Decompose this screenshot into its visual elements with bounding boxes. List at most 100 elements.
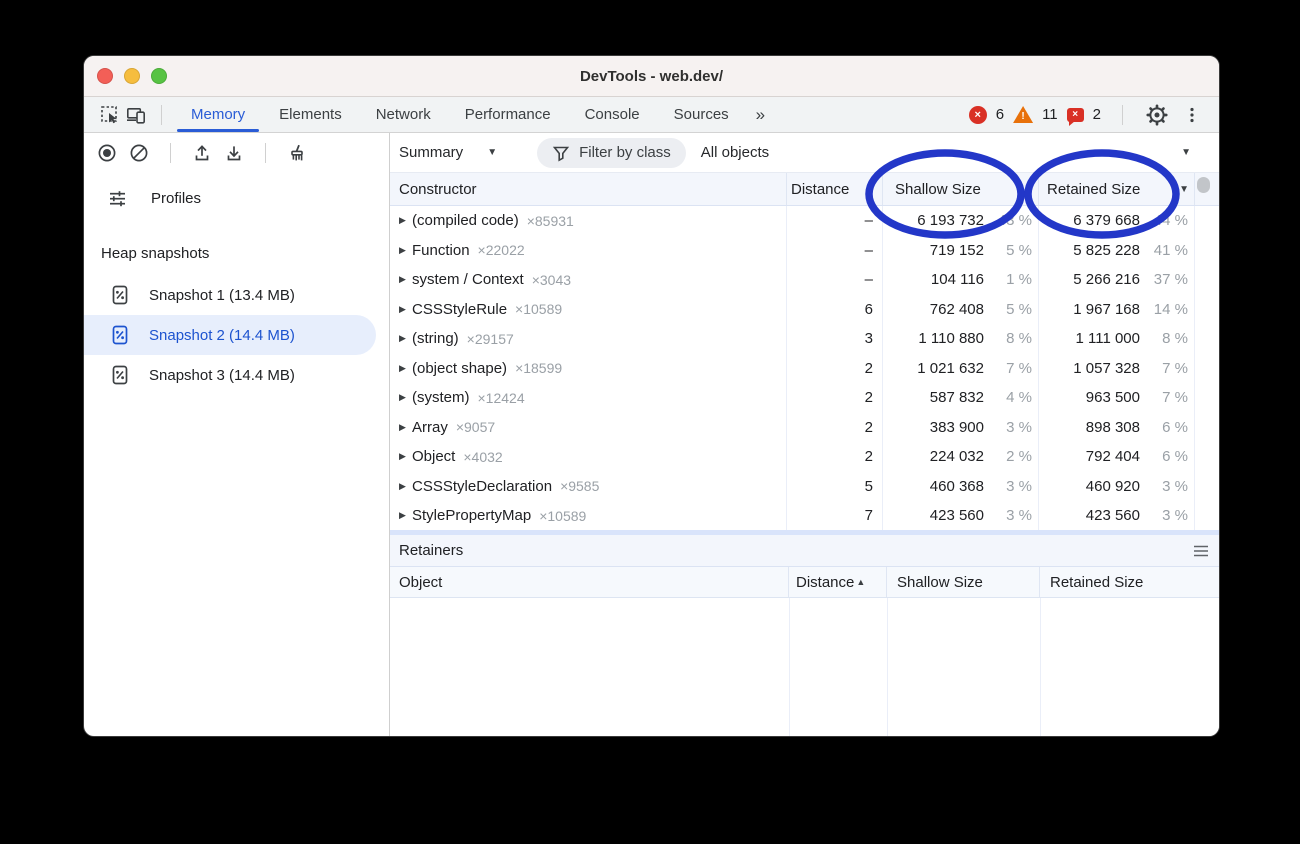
shallow-size-value: 762 408 <box>883 301 984 318</box>
collect-garbage-button[interactable] <box>284 140 310 166</box>
instance-count: ×18599 <box>515 360 562 376</box>
snapshot-list: Snapshot 1 (13.4 MB) Snapshot 2 (14.4 MB… <box>84 275 389 395</box>
error-badge-icon[interactable]: × <box>969 106 987 124</box>
table-row[interactable]: ▶ StylePropertyMap ×10589 7 423 560 3 % … <box>390 501 1219 530</box>
tab-memory[interactable]: Memory <box>174 97 262 132</box>
warning-badge-icon[interactable]: ! <box>1013 106 1033 123</box>
sort-ascending-icon: ▲ <box>856 577 865 587</box>
vertical-scrollbar-thumb[interactable] <box>1197 177 1210 193</box>
kebab-menu-button[interactable] <box>1179 102 1205 128</box>
table-row[interactable]: ▶ system / Context ×3043 – 104 116 1 % 5… <box>390 265 1219 295</box>
expand-row-icon[interactable]: ▶ <box>399 363 412 374</box>
retained-size-value: 423 560 <box>1039 507 1140 524</box>
perspective-select-label[interactable]: Summary <box>399 144 463 161</box>
shallow-size-percent: 3 % <box>984 419 1032 436</box>
retained-size-value: 5 266 216 <box>1039 271 1140 288</box>
expand-row-icon[interactable]: ▶ <box>399 274 412 285</box>
column-header-retainers-distance[interactable]: Distance ▲ <box>789 567 887 597</box>
constructor-name: system / Context <box>412 271 524 288</box>
constructor-name: Object <box>412 448 455 465</box>
retained-size-value: 963 500 <box>1039 389 1140 406</box>
table-row[interactable]: ▶ (system) ×12424 2 587 832 4 % 963 500 … <box>390 383 1219 413</box>
column-header-retainers-retained[interactable]: Retained Size <box>1040 567 1219 597</box>
retainers-menu-button[interactable] <box>1193 544 1209 558</box>
perspective-select-dropdown-icon[interactable]: ▼ <box>487 147 497 158</box>
constructor-name: (object shape) <box>412 360 507 377</box>
column-header-object[interactable]: Object <box>390 567 789 597</box>
device-toolbar-icon <box>126 105 146 125</box>
table-row[interactable]: ▶ Function ×22022 – 719 152 5 % 5 825 22… <box>390 236 1219 266</box>
filter-placeholder: Filter by class <box>579 144 671 161</box>
expand-row-icon[interactable]: ▶ <box>399 245 412 256</box>
tab-console[interactable]: Console <box>568 97 657 132</box>
save-profile-button[interactable] <box>221 140 247 166</box>
toolbar-separator <box>265 143 266 163</box>
retained-size-percent: 44 % <box>1140 212 1188 229</box>
inspect-element-button[interactable] <box>97 102 123 128</box>
instance-count: ×4032 <box>463 449 502 465</box>
settings-button[interactable] <box>1144 102 1170 128</box>
load-profile-button[interactable] <box>189 140 215 166</box>
expand-row-icon[interactable]: ▶ <box>399 481 412 492</box>
tab-performance[interactable]: Performance <box>448 97 568 132</box>
table-row[interactable]: ▶ Object ×4032 2 224 032 2 % 792 404 6 % <box>390 442 1219 472</box>
shallow-size-value: 719 152 <box>883 242 984 259</box>
column-header-retainers-shallow[interactable]: Shallow Size <box>887 567 1040 597</box>
column-divider <box>789 598 790 736</box>
retained-size-percent: 7 % <box>1140 360 1188 377</box>
sidebar-item-snapshot-1[interactable]: Snapshot 1 (13.4 MB) <box>84 275 376 315</box>
sidebar-item-profiles[interactable]: Profiles <box>84 183 389 213</box>
table-row[interactable]: ▶ (object shape) ×18599 2 1 021 632 7 % … <box>390 354 1219 384</box>
distance-value: 6 <box>787 295 883 325</box>
upload-icon <box>192 143 212 163</box>
tab-network[interactable]: Network <box>359 97 448 132</box>
table-row[interactable]: ▶ CSSStyleDeclaration ×9585 5 460 368 3 … <box>390 472 1219 502</box>
issues-badge-icon[interactable]: × <box>1067 108 1084 122</box>
broom-icon <box>287 143 307 163</box>
table-row[interactable]: ▶ Array ×9057 2 383 900 3 % 898 308 6 % <box>390 413 1219 443</box>
expand-row-icon[interactable]: ▶ <box>399 422 412 433</box>
table-row[interactable]: ▶ (string) ×29157 3 1 110 880 8 % 1 111 … <box>390 324 1219 354</box>
constructor-name: Array <box>412 419 448 436</box>
kebab-menu-icon <box>1183 106 1201 124</box>
record-heap-snapshot-button[interactable] <box>94 140 120 166</box>
issue-count[interactable]: 2 <box>1093 106 1101 123</box>
instance-count: ×10589 <box>539 508 586 524</box>
column-divider <box>887 598 888 736</box>
error-count[interactable]: 6 <box>996 106 1004 123</box>
expand-row-icon[interactable]: ▶ <box>399 304 412 315</box>
expand-row-icon[interactable]: ▶ <box>399 392 412 403</box>
distance-value: 5 <box>787 472 883 502</box>
retained-size-percent: 37 % <box>1140 271 1188 288</box>
desktop: { "window": { "title": "DevTools - web.d… <box>0 0 1300 844</box>
clear-profiles-button[interactable] <box>126 140 152 166</box>
expand-row-icon[interactable]: ▶ <box>399 510 412 521</box>
column-header-constructor[interactable]: Constructor <box>390 173 787 205</box>
instance-count: ×12424 <box>478 390 525 406</box>
warning-count[interactable]: 11 <box>1042 106 1058 123</box>
toolbar-overflow-dropdown-icon[interactable]: ▼ <box>1181 147 1191 158</box>
table-row[interactable]: ▶ CSSStyleRule ×10589 6 762 408 5 % 1 96… <box>390 295 1219 325</box>
column-divider <box>1040 598 1041 736</box>
expand-row-icon[interactable]: ▶ <box>399 215 412 226</box>
tab-elements[interactable]: Elements <box>262 97 359 132</box>
memory-toolbar: Summary ▼ Filter by class All objects ▼ <box>84 133 1219 173</box>
constructor-name: StylePropertyMap <box>412 507 531 524</box>
expand-row-icon[interactable]: ▶ <box>399 333 412 344</box>
retained-size-percent: 6 % <box>1140 448 1188 465</box>
column-header-shallow-size[interactable]: Shallow Size <box>883 173 1039 205</box>
distance-value: 2 <box>787 442 883 472</box>
tab-sources[interactable]: Sources <box>657 97 746 132</box>
table-row[interactable]: ▶ (compiled code) ×85931 – 6 193 732 43 … <box>390 206 1219 236</box>
expand-row-icon[interactable]: ▶ <box>399 451 412 462</box>
filter-by-class-input[interactable]: Filter by class <box>537 138 686 168</box>
objects-filter-select[interactable]: All objects <box>701 144 769 161</box>
retained-size-percent: 6 % <box>1140 419 1188 436</box>
column-header-retained-size[interactable]: Retained Size ▼ <box>1039 173 1195 205</box>
instance-count: ×85931 <box>527 213 574 229</box>
sidebar-item-snapshot-3[interactable]: Snapshot 3 (14.4 MB) <box>84 355 376 395</box>
column-header-distance[interactable]: Distance <box>787 173 883 205</box>
sidebar-item-snapshot-2[interactable]: Snapshot 2 (14.4 MB) <box>84 315 376 355</box>
device-toolbar-button[interactable] <box>123 102 149 128</box>
more-tabs-icon[interactable]: » <box>746 105 775 125</box>
